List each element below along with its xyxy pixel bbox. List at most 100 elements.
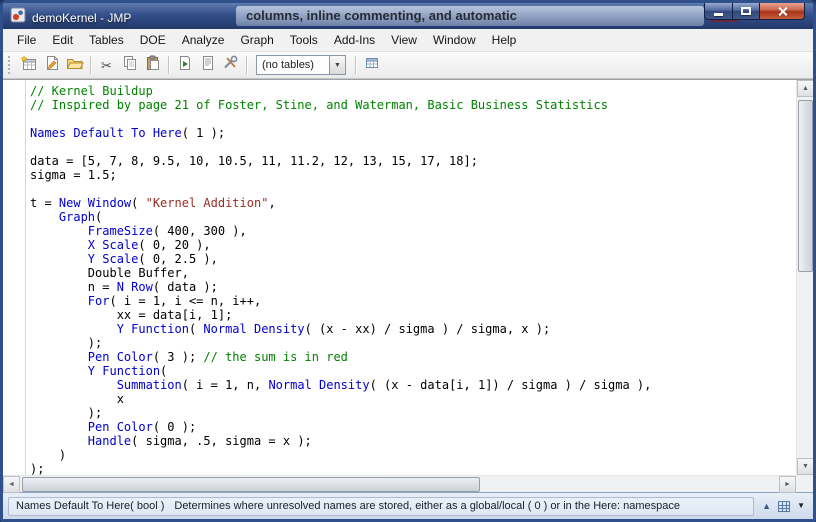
- menu-graph[interactable]: Graph: [232, 30, 281, 50]
- code-line: // Kernel Buildup: [30, 84, 796, 98]
- code-token: ( 400, 300 ),: [153, 224, 247, 238]
- code-token: Y Function: [88, 364, 160, 378]
- cut-icon: ✂: [101, 59, 112, 72]
- code-token: );: [30, 462, 44, 475]
- toolbar-separator: [246, 56, 247, 74]
- status-grid-button[interactable]: [778, 501, 790, 512]
- code-token: ): [30, 448, 66, 462]
- code-token: sigma = 1.5;: [30, 168, 117, 182]
- code-token: New Window: [59, 196, 131, 210]
- code-line: Names Default To Here( 1 );: [30, 126, 796, 140]
- code-line: xx = data[i, 1];: [30, 308, 796, 322]
- code-line: Summation( i = 1, n, Normal Density( (x …: [30, 378, 796, 392]
- code-line: Y Scale( 0, 2.5 ),: [30, 252, 796, 266]
- code-line: Pen Color( 3 ); // the sum is in red: [30, 350, 796, 364]
- code-line: );: [30, 406, 796, 420]
- data-grid-icon: [364, 55, 380, 76]
- code-token: // Inspired by page 21 of Foster, Stine,…: [30, 98, 608, 112]
- toolbar-grip[interactable]: [8, 56, 13, 74]
- title-bar[interactable]: columns, inline commenting, and automati…: [3, 3, 813, 29]
- code-token: Names Default To Here: [30, 126, 182, 140]
- code-line: Y Function(: [30, 364, 796, 378]
- minimize-icon: [714, 13, 723, 16]
- code-token: (: [160, 364, 167, 378]
- run-script-button[interactable]: [173, 54, 196, 76]
- scroll-left-button[interactable]: ◄: [3, 476, 20, 493]
- menu-help[interactable]: Help: [484, 30, 525, 50]
- status-description: Determines where unresolved names are st…: [174, 500, 680, 512]
- paste-button[interactable]: [141, 54, 164, 76]
- code-token: [30, 238, 88, 252]
- code-line: [30, 112, 796, 126]
- code-line: Graph(: [30, 210, 796, 224]
- data-grid-button[interactable]: [360, 54, 383, 76]
- status-message: Names Default To Here( bool ) Determines…: [8, 497, 754, 516]
- horizontal-scroll-thumb[interactable]: [22, 477, 480, 492]
- code-token: ,: [268, 196, 275, 210]
- menu-file[interactable]: File: [9, 30, 44, 50]
- code-line: [30, 182, 796, 196]
- menu-tools[interactable]: Tools: [282, 30, 326, 50]
- scroll-down-icon: ▼: [802, 463, 809, 470]
- code-token: x: [30, 392, 124, 406]
- window-title: demoKernel - JMP: [32, 11, 131, 25]
- code-token: xx = data[i, 1];: [30, 308, 232, 322]
- menu-doe[interactable]: DOE: [132, 30, 174, 50]
- code-token: FrameSize: [88, 224, 153, 238]
- copy-button[interactable]: [118, 54, 141, 76]
- maximize-button[interactable]: [733, 3, 760, 20]
- jmp-app-icon: [10, 7, 26, 28]
- menu-window[interactable]: Window: [425, 30, 484, 50]
- tables-dropdown-value: (no tables): [256, 55, 330, 75]
- status-up-button[interactable]: ▲: [762, 502, 771, 511]
- code-token: );: [30, 336, 102, 350]
- tables-dropdown-button[interactable]: ▼: [330, 55, 346, 75]
- tables-dropdown[interactable]: (no tables) ▼: [256, 55, 346, 75]
- code-token: // Kernel Buildup: [30, 84, 153, 98]
- close-button[interactable]: [760, 3, 805, 20]
- status-signature: Names Default To Here( bool ): [16, 500, 164, 512]
- journal-button[interactable]: [196, 54, 219, 76]
- new-journal-button[interactable]: [40, 54, 63, 76]
- code-line: );: [30, 462, 796, 475]
- code-token: ( (x - data[i, 1]) / sigma ) / sigma ),: [370, 378, 652, 392]
- code-token: [30, 294, 88, 308]
- scroll-right-icon: ►: [784, 481, 791, 488]
- close-icon: [777, 6, 788, 17]
- scroll-down-button[interactable]: ▼: [797, 458, 814, 475]
- vertical-scroll-thumb[interactable]: [798, 100, 813, 272]
- menu-analyze[interactable]: Analyze: [174, 30, 233, 50]
- menu-addins[interactable]: Add-Ins: [326, 30, 383, 50]
- tools-button[interactable]: [219, 54, 242, 76]
- code-token: ( (x - xx) / sigma ) / sigma, x );: [305, 322, 551, 336]
- code-line: Pen Color( 0 );: [30, 420, 796, 434]
- menu-tables[interactable]: Tables: [81, 30, 132, 50]
- code-token: Pen Color: [88, 420, 153, 434]
- new-data-table-button[interactable]: [17, 54, 40, 76]
- menu-edit[interactable]: Edit: [44, 30, 81, 50]
- code-token: ( 0, 20 ),: [138, 238, 210, 252]
- code-line: sigma = 1.5;: [30, 168, 796, 182]
- open-button[interactable]: [63, 54, 86, 76]
- run-script-icon: [177, 55, 193, 76]
- code-token: ( 1 );: [182, 126, 225, 140]
- new-journal-icon: [44, 55, 60, 76]
- code-line: ): [30, 448, 796, 462]
- menu-view[interactable]: View: [383, 30, 425, 50]
- horizontal-scrollbar[interactable]: ◄ ►: [3, 475, 796, 492]
- code-token: For: [88, 294, 110, 308]
- code-token: n =: [30, 280, 117, 294]
- scroll-right-button[interactable]: ►: [779, 476, 796, 493]
- toolbar-separator: [90, 56, 91, 74]
- open-folder-icon: [66, 55, 84, 76]
- vertical-scrollbar[interactable]: ▲ ▼: [796, 80, 813, 475]
- code-token: ( data );: [153, 280, 218, 294]
- code-area[interactable]: // Kernel Buildup// Inspired by page 21 …: [3, 80, 796, 475]
- minimize-button[interactable]: [704, 3, 733, 20]
- status-dropdown-button[interactable]: ▼: [797, 502, 805, 510]
- cut-button[interactable]: ✂: [95, 54, 118, 76]
- toolbar-separator: [168, 56, 169, 74]
- code-token: [30, 322, 117, 336]
- code-token: ( 0, 2.5 ),: [138, 252, 217, 266]
- scroll-up-button[interactable]: ▲: [797, 80, 814, 97]
